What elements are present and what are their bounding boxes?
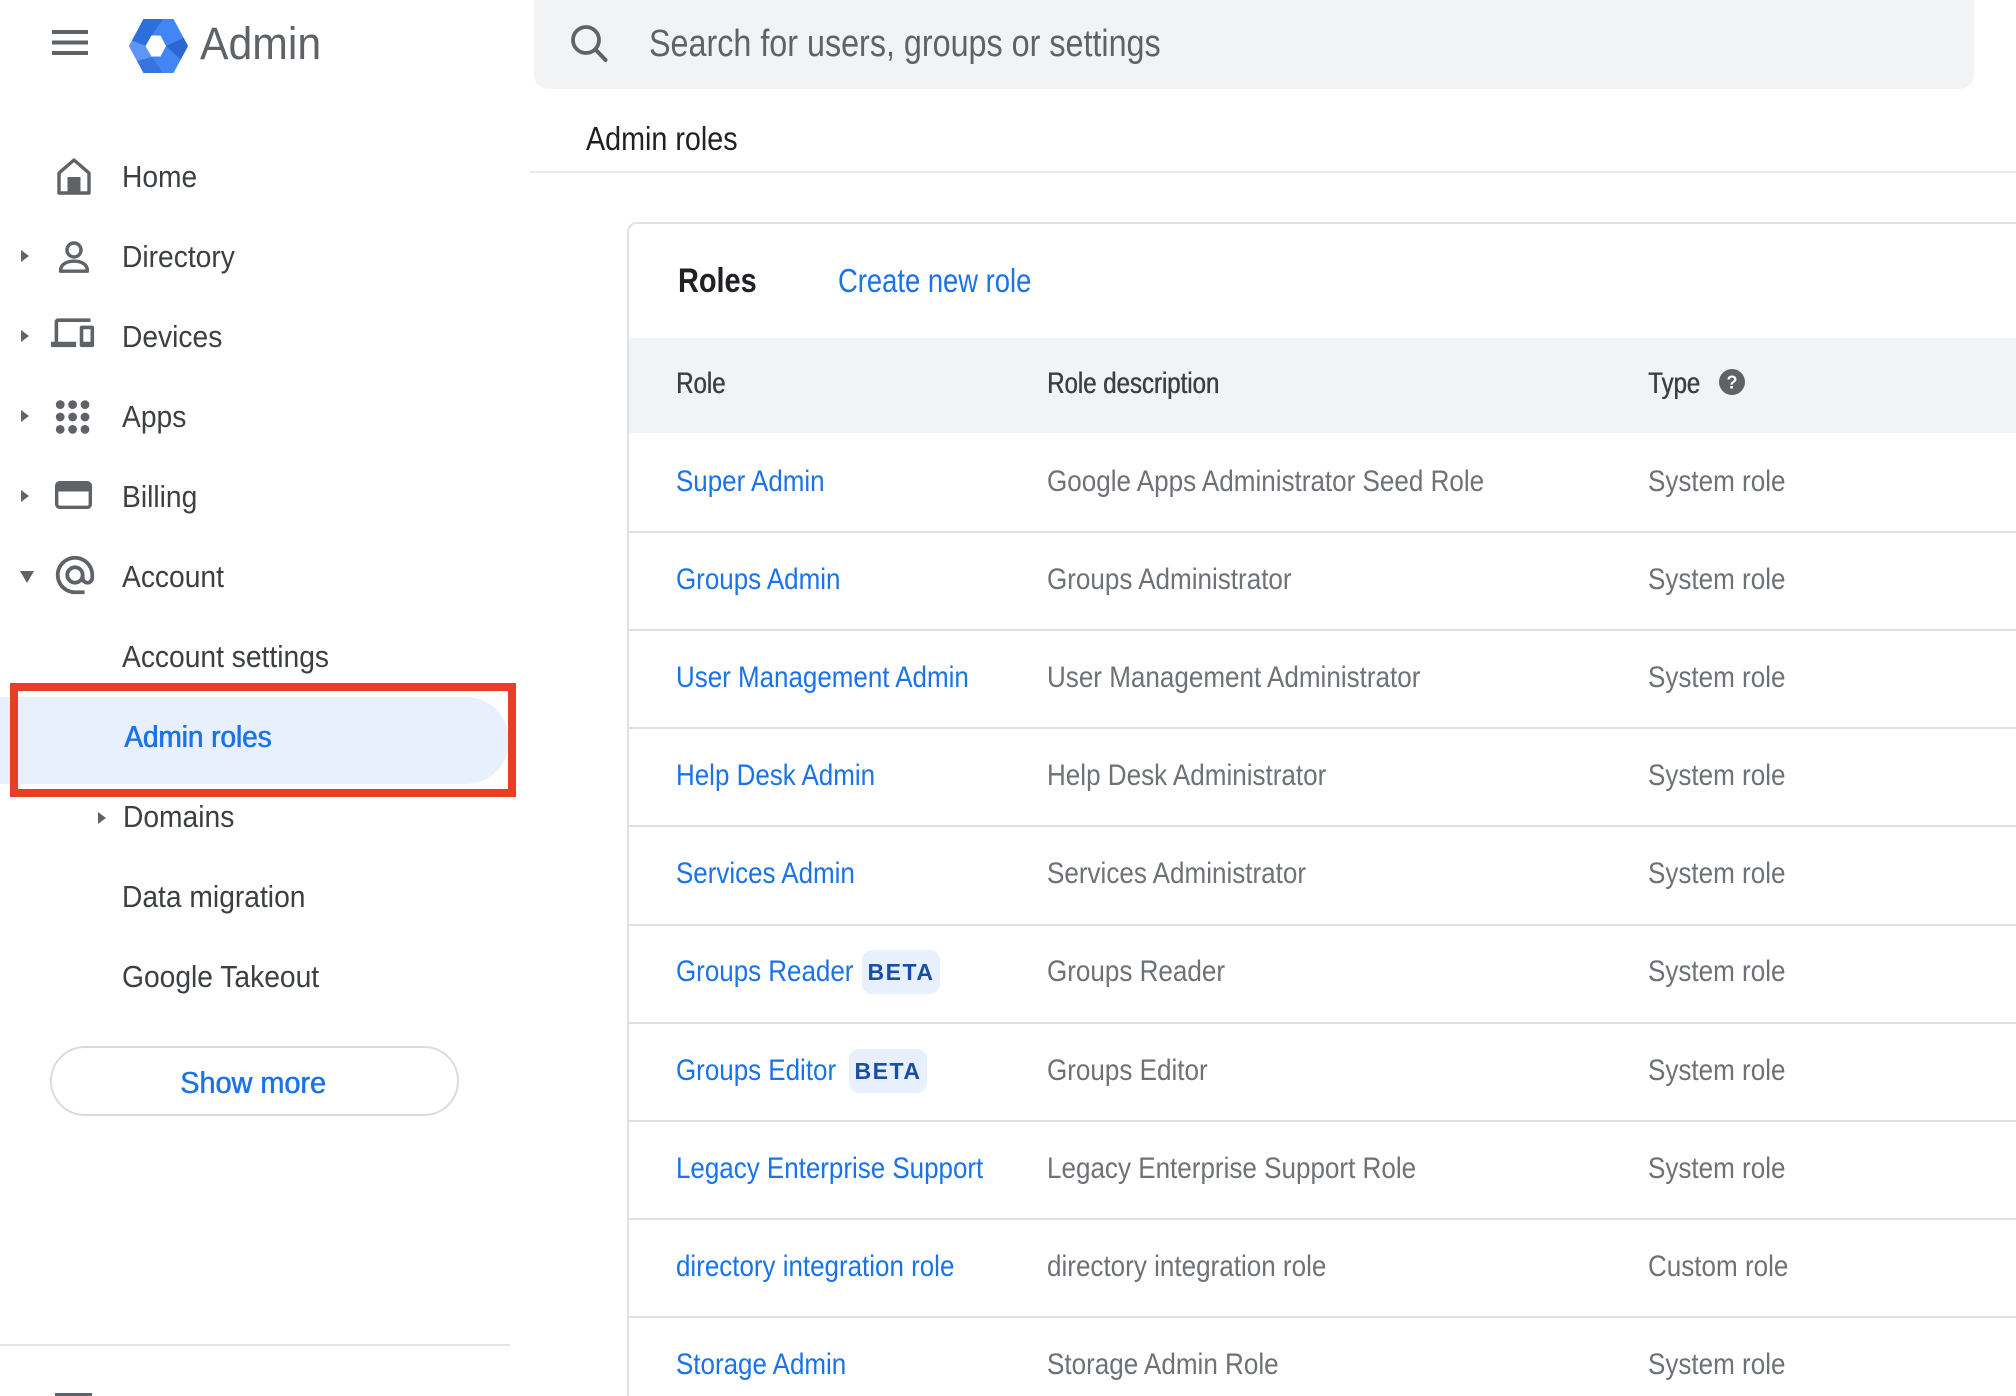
- svg-text:?: ?: [1727, 373, 1738, 393]
